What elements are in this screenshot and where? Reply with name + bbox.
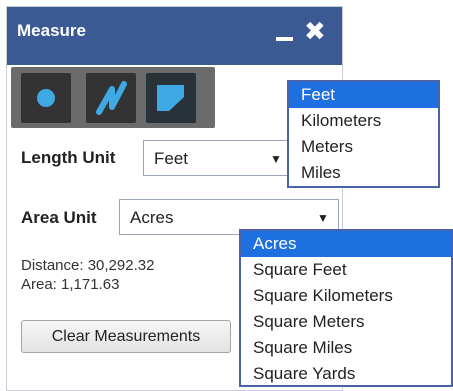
close-icon[interactable]: ✖	[304, 18, 326, 44]
area-readout: Area: 1,171.63	[21, 276, 120, 293]
area-option[interactable]: Square Yards	[241, 361, 451, 387]
panel-title: Measure	[17, 21, 86, 40]
length-option[interactable]: Feet	[289, 82, 438, 108]
area-option[interactable]: Square Miles	[241, 335, 451, 361]
point-tool-button[interactable]	[21, 73, 71, 123]
distance-readout: Distance: 30,292.32	[21, 257, 155, 274]
length-unit-dropdown: Feet Kilometers Meters Miles	[287, 80, 440, 188]
length-unit-select[interactable]: Feet ▼	[143, 140, 288, 176]
length-option[interactable]: Kilometers	[289, 108, 438, 134]
measure-toolstrip	[11, 67, 215, 128]
area-option[interactable]: Acres	[241, 231, 451, 257]
area-option[interactable]: Square Meters	[241, 309, 451, 335]
polyline-tool-button[interactable]	[86, 73, 136, 123]
minimize-icon[interactable]	[276, 37, 293, 41]
length-option[interactable]: Miles	[289, 160, 438, 186]
area-unit-value: Acres	[130, 208, 174, 227]
polyline-icon	[96, 81, 127, 115]
chevron-down-icon: ▼	[317, 211, 329, 225]
area-option[interactable]: Square Feet	[241, 257, 451, 283]
area-unit-dropdown: Acres Square Feet Square Kilometers Squa…	[239, 229, 453, 387]
chevron-down-icon: ▼	[270, 152, 282, 166]
area-option[interactable]: Square Kilometers	[241, 283, 451, 309]
length-option[interactable]: Meters	[289, 134, 438, 160]
panel-titlebar: Measure ✖	[7, 7, 342, 65]
polygon-tool-button[interactable]	[146, 73, 196, 123]
area-unit-label: Area Unit	[21, 208, 97, 227]
clear-measurements-button[interactable]: Clear Measurements	[21, 320, 231, 353]
length-unit-value: Feet	[154, 149, 189, 168]
point-icon	[37, 89, 55, 107]
length-unit-label: Length Unit	[21, 148, 116, 167]
polygon-icon	[157, 85, 184, 111]
